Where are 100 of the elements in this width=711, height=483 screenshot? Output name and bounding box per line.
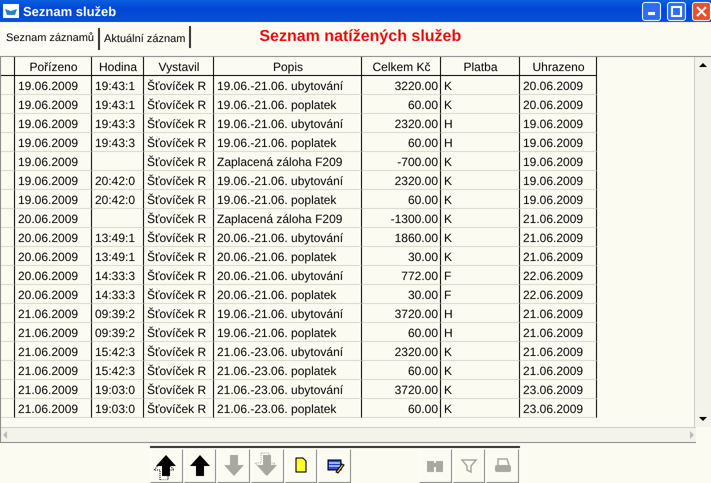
table-cell: K [441, 171, 520, 190]
table-cell: 60.00 [362, 133, 441, 152]
row-indicator[interactable] [1, 285, 15, 304]
maximize-icon [671, 6, 682, 16]
row-indicator[interactable] [1, 323, 15, 342]
table-cell: 3720.00 [362, 304, 441, 323]
document-icon [295, 458, 306, 472]
row-indicator[interactable] [1, 190, 15, 209]
row-indicator[interactable] [1, 266, 15, 285]
table-cell: 21.06.-23.06. ubytování [214, 342, 362, 361]
table-cell: 60.00 [362, 361, 441, 380]
table-cell: 19.06.-21.06. poplatek [214, 323, 362, 342]
table-cell: 19:43:1 [92, 95, 144, 114]
table-cell: H [441, 304, 520, 323]
row-indicator[interactable] [1, 152, 15, 171]
table-cell: F [441, 285, 520, 304]
table-cell: 21.06.2009 [15, 323, 92, 342]
table-cell: 20.06.2009 [520, 76, 597, 95]
down-arrow-icon [224, 455, 244, 476]
table-cell: Šťovíček R [144, 266, 214, 285]
table-cell: 13:49:1 [92, 247, 144, 266]
table-cell: 20.06.2009 [15, 285, 92, 304]
table-cell: 21.06.2009 [15, 361, 92, 380]
table-cell: 2320.00 [362, 171, 441, 190]
column-header[interactable]: Celkem Kč [362, 57, 441, 76]
toolbar-button[interactable] [184, 449, 216, 483]
table-cell: 15:42:3 [92, 361, 144, 380]
table-cell: 20.06.-21.06. ubytování [214, 228, 362, 247]
table-cell: 21.06.2009 [15, 380, 92, 399]
table-cell: 19.06.-21.06. ubytování [214, 304, 362, 323]
table-cell: K [441, 342, 520, 361]
table-cell: 21.06.-23.06. ubytování [214, 380, 362, 399]
row-indicator[interactable] [1, 361, 15, 380]
toolbar-button[interactable] [284, 449, 318, 483]
row-indicator[interactable] [1, 247, 15, 266]
row-indicator[interactable] [1, 228, 15, 247]
row-indicator[interactable] [1, 76, 15, 95]
table-cell: Šťovíček R [144, 171, 214, 190]
table-cell: 19:03:0 [92, 399, 144, 418]
column-header[interactable]: Popis [214, 57, 362, 76]
table-cell: Šťovíček R [144, 209, 214, 228]
column-header[interactable]: Uhrazeno [520, 57, 597, 76]
table-cell: 20.06.-21.06. ubytování [214, 266, 362, 285]
close-button[interactable] [692, 2, 711, 20]
table-cell: 60.00 [362, 399, 441, 418]
window-title: Seznam služeb [23, 4, 118, 18]
horizontal-scrollbar[interactable] [1, 427, 696, 443]
table-cell: 19.06.2009 [520, 114, 597, 133]
row-indicator[interactable] [1, 342, 15, 361]
row-indicator[interactable] [1, 304, 15, 323]
table-cell: 22.06.2009 [520, 266, 597, 285]
vertical-scrollbar[interactable] [694, 57, 711, 427]
table-cell: 21.06.2009 [520, 361, 597, 380]
table-cell: Šťovíček R [144, 190, 214, 209]
table-cell: 21.06.2009 [520, 228, 597, 247]
up-arrow-icon [190, 455, 210, 476]
table-cell: 30.00 [362, 247, 441, 266]
table-cell: 09:39:2 [92, 304, 144, 323]
table-cell: 19.06.-21.06. ubytování [214, 76, 362, 95]
column-header[interactable]: Platba [441, 57, 520, 76]
table-cell: Šťovíček R [144, 285, 214, 304]
column-header[interactable]: Hodina [92, 57, 144, 76]
app-icon [3, 4, 19, 18]
row-indicator[interactable] [1, 114, 15, 133]
table-cell: K [441, 361, 520, 380]
tab[interactable]: Seznam záznamů [2, 28, 100, 50]
table-cell: H [441, 133, 520, 152]
tab[interactable]: Aktuální záznam [100, 26, 192, 48]
row-indicator[interactable] [1, 95, 15, 114]
table-cell: Šťovíček R [144, 152, 214, 171]
table-cell: 20.06.2009 [15, 209, 92, 228]
scroll-right-icon [688, 430, 696, 440]
table-cell: 2320.00 [362, 342, 441, 361]
table-cell: 30.00 [362, 285, 441, 304]
table-cell: Šťovíček R [144, 76, 214, 95]
table-cell [92, 152, 144, 171]
minimize-button[interactable] [642, 2, 661, 20]
table-cell: 3720.00 [362, 380, 441, 399]
table-cell: 15:42:3 [92, 342, 144, 361]
row-indicator[interactable] [1, 133, 15, 152]
table-cell: 60.00 [362, 323, 441, 342]
table-cell: 21.06.-23.06. poplatek [214, 399, 362, 418]
row-indicator[interactable] [1, 380, 15, 399]
table-cell: 19.06.2009 [15, 114, 92, 133]
table-cell: 1860.00 [362, 228, 441, 247]
table-cell: 09:39:2 [92, 323, 144, 342]
table-cell: Šťovíček R [144, 304, 214, 323]
table-cell: Šťovíček R [144, 361, 214, 380]
column-header[interactable]: Vystavil [144, 57, 214, 76]
column-header[interactable]: Pořízeno [15, 57, 92, 76]
maximize-button[interactable] [667, 2, 686, 20]
table-cell: K [441, 95, 520, 114]
table-cell: 19.06.-21.06. ubytování [214, 114, 362, 133]
row-indicator[interactable] [1, 171, 15, 190]
table-cell: 20.06.2009 [520, 95, 597, 114]
toolbar-button[interactable] [318, 449, 351, 483]
row-indicator[interactable] [1, 399, 15, 418]
table-cell: -1300.00 [362, 209, 441, 228]
row-indicator[interactable] [1, 209, 15, 228]
toolbar-button[interactable] [150, 449, 183, 483]
